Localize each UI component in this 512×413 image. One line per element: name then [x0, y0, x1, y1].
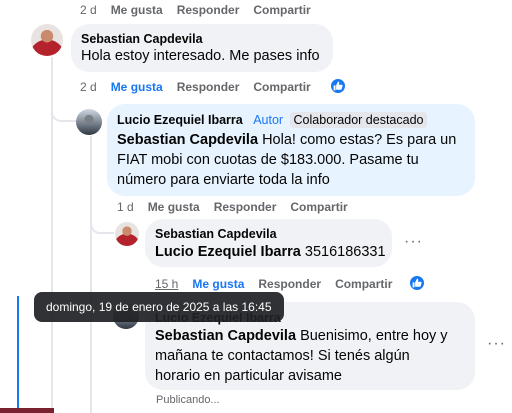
thread-line-active [17, 296, 19, 413]
comment-text: Sebastian Capdevila Buenisimo, entre hoy… [155, 326, 448, 386]
comment-bubble: Lucio Ezequiel Ibarra Autor Colaborador … [107, 104, 475, 196]
comment-actions: 2 d Me gusta Responder Compartir [80, 3, 325, 17]
comment-text-line: Buenisimo, entre hoy y [300, 328, 448, 344]
comment-text-line: mañana te contactamos! Si tenés algún [155, 348, 410, 364]
like-button[interactable]: Me gusta [111, 80, 163, 94]
comment-time[interactable]: 2 d [80, 3, 97, 17]
comment-time[interactable]: 2 d [80, 80, 97, 94]
posting-status: Publicando... [156, 394, 220, 406]
author-label: Autor [253, 113, 284, 127]
share-button[interactable]: Compartir [290, 200, 347, 214]
comment-time[interactable]: 1 d [117, 200, 134, 214]
share-button[interactable]: Compartir [253, 80, 310, 94]
mention-link[interactable]: Sebastian Capdevila [155, 328, 296, 344]
more-options-icon[interactable]: ··· [487, 335, 506, 353]
comment-text: Sebastian Capdevila Hola! como estas? Es… [117, 130, 456, 190]
avatar[interactable] [115, 222, 139, 246]
thread-line [90, 136, 92, 413]
comment-actions: 1 d Me gusta Responder Compartir [117, 200, 362, 214]
like-reaction-icon[interactable] [408, 274, 426, 292]
mention-link[interactable]: Sebastian Capdevila [117, 132, 258, 148]
like-button[interactable]: Me gusta [148, 200, 200, 214]
comment-text-line: 3516186331 [304, 244, 386, 260]
reply-button[interactable]: Responder [258, 277, 321, 291]
avatar[interactable] [76, 109, 102, 135]
like-button[interactable]: Me gusta [111, 3, 163, 17]
comment-actions: 2 d Me gusta Responder Compartir [80, 80, 325, 94]
like-button[interactable]: Me gusta [192, 277, 244, 291]
thread-branch [90, 216, 114, 234]
avatar[interactable] [31, 24, 63, 56]
comment-actions: 15 h Me gusta Responder Compartir [155, 277, 406, 291]
reply-button[interactable]: Responder [177, 3, 240, 17]
comment-author[interactable]: Sebastian Capdevila [155, 226, 277, 242]
timestamp-tooltip: domingo, 19 de enero de 2025 a las 16:45 [34, 292, 284, 322]
mention-link[interactable]: Lucio Ezequiel Ibarra [155, 244, 301, 260]
comment-text: Hola estoy interesado. Me pases info [81, 48, 320, 64]
comment-text-line: Hola! como estas? Es para un [262, 132, 457, 148]
like-reaction-icon[interactable] [329, 77, 347, 95]
reply-button[interactable]: Responder [177, 80, 240, 94]
comment-bubble: Sebastian Capdevila Hola estoy interesad… [71, 24, 333, 72]
more-options-icon[interactable]: ··· [404, 233, 423, 251]
share-button[interactable]: Compartir [335, 277, 392, 291]
comment-text-line: FIAT mobi con cuotas de $183.000. Pasame… [117, 152, 419, 168]
share-button[interactable]: Compartir [253, 3, 310, 17]
comment-author[interactable]: Sebastian Capdevila [81, 31, 203, 47]
comment-bubble: Sebastian Capdevila Lucio Ezequiel Ibarr… [145, 219, 392, 267]
comment-text-line: número para enviarte toda la info [117, 172, 330, 188]
comment-time[interactable]: 15 h [155, 277, 178, 291]
comment-text: Lucio Ezequiel Ibarra 3516186331 [155, 242, 386, 262]
reply-button[interactable]: Responder [214, 200, 277, 214]
thread-branch [51, 100, 77, 122]
comment-author[interactable]: Lucio Ezequiel Ibarra [117, 113, 243, 127]
top-contributor-badge: Colaborador destacado [289, 112, 428, 128]
comment-text-line: horario en particular avisame [155, 368, 342, 384]
partial-element [0, 408, 54, 413]
